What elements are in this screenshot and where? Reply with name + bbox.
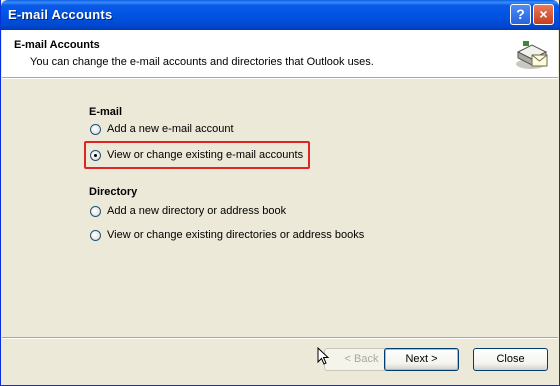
directory-group-label: Directory <box>89 186 138 198</box>
email-accounts-icon <box>516 41 548 69</box>
header-title: E-mail Accounts <box>14 39 100 51</box>
radio-label: View or change existing directories or a… <box>107 229 365 241</box>
email-group-label: E-mail <box>89 106 123 118</box>
radio-add-directory[interactable]: Add a new directory or address book <box>90 203 286 219</box>
radio-button[interactable] <box>90 205 101 217</box>
radio-add-email-account[interactable]: Add a new e-mail account <box>90 121 234 137</box>
radio-label: Add a new e-mail account <box>107 123 234 135</box>
radio-label: Add a new directory or address book <box>107 205 287 217</box>
email-accounts-dialog: E-mail Accounts ? × E-mail Accounts You … <box>0 0 560 386</box>
highlight-box <box>84 141 310 169</box>
mouse-cursor-icon <box>317 347 329 365</box>
title-bar[interactable]: E-mail Accounts ? × <box>1 0 559 30</box>
help-button[interactable]: ? <box>510 4 531 25</box>
radio-button[interactable] <box>90 229 101 241</box>
radio-button[interactable] <box>90 123 101 135</box>
next-button[interactable]: Next > <box>384 348 459 371</box>
wizard-header: E-mail Accounts You can change the e-mai… <box>2 30 558 77</box>
radio-view-change-directories[interactable]: View or change existing directories or a… <box>90 227 364 243</box>
close-window-button[interactable]: × <box>533 4 554 25</box>
header-subtitle: You can change the e-mail accounts and d… <box>30 56 374 68</box>
close-button[interactable]: Close <box>473 348 548 371</box>
window-title: E-mail Accounts <box>8 7 113 22</box>
